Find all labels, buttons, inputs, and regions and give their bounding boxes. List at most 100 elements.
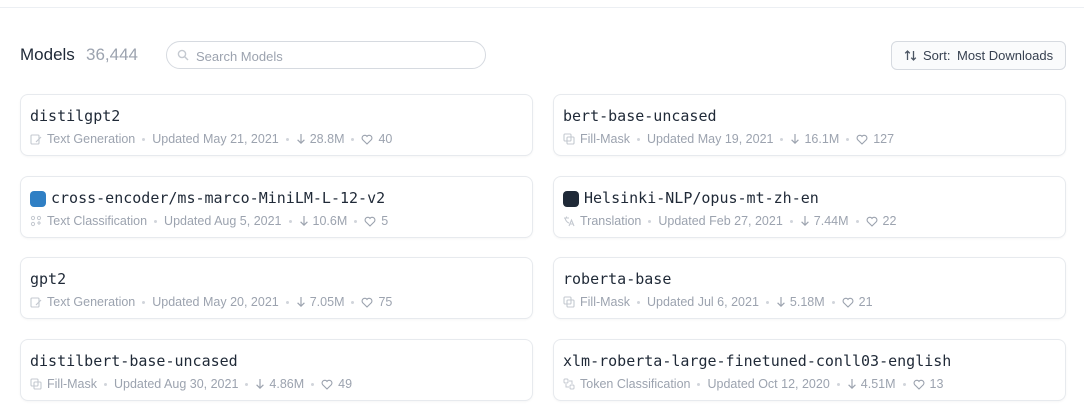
likes-count: 21 (858, 295, 873, 309)
fill-mask-icon (563, 133, 575, 145)
download-icon (777, 297, 785, 308)
download-icon (791, 134, 800, 145)
heart-icon (362, 134, 373, 145)
model-meta: Fill-Mask Updated Jul 6, 2021 5.18M 21 (563, 294, 873, 310)
translation-icon (564, 216, 575, 227)
heart-icon (913, 379, 924, 390)
separator-dot (846, 137, 850, 141)
model-name[interactable]: xlm-roberta-large-finetuned-conll03-engl… (563, 352, 951, 370)
task-label[interactable]: Text Classification (47, 214, 147, 228)
model-card[interactable]: distilbert-base-uncased Fill-Mask Updated … (20, 339, 533, 401)
page-title: Models (20, 45, 75, 64)
task-label[interactable]: Text Generation (47, 295, 135, 309)
download-icon (299, 216, 308, 227)
downloads-count: 10.6M (312, 214, 348, 228)
separator-dot (311, 382, 315, 386)
sort-button[interactable]: Sort: Most Downloads (891, 41, 1066, 70)
separator-dot (902, 382, 906, 386)
separator-dot (154, 219, 158, 223)
search-input[interactable] (194, 45, 478, 67)
separator-dot (142, 300, 146, 304)
separator-dot (780, 137, 784, 141)
downloads-count: 4.51M (860, 377, 896, 391)
separator-dot (648, 219, 652, 223)
download-icon (256, 379, 265, 390)
org-avatar-blue (30, 191, 46, 207)
search-icon (177, 49, 189, 61)
model-name[interactable]: distilbert-base-uncased (30, 352, 238, 370)
model-card[interactable]: bert-base-uncased Fill-Mask Updated May 19… (553, 94, 1066, 156)
separator-dot (245, 382, 249, 386)
org-avatar-dark (563, 191, 579, 207)
updated-date: Updated May 21, 2021 (152, 132, 279, 146)
task-label[interactable]: Fill-Mask (580, 295, 630, 309)
downloads-count: 4.86M (269, 377, 305, 391)
task-label[interactable]: Text Generation (47, 132, 135, 146)
model-name[interactable]: Helsinki-NLP/opus-mt-zh-en (584, 189, 819, 207)
task-label[interactable]: Fill-Mask (47, 377, 97, 391)
model-name[interactable]: cross-encoder/ms-marco-MiniLM-L-12-v2 (51, 189, 385, 207)
model-meta: Text Generation Updated May 21, 2021 28.8M… (30, 131, 392, 147)
separator-dot (789, 219, 793, 223)
model-name[interactable]: roberta-base (563, 270, 671, 288)
separator-dot (351, 137, 355, 141)
heart-icon (856, 134, 868, 145)
separator-dot (836, 382, 840, 386)
likes-count: 5 (381, 214, 389, 228)
download-icon (296, 134, 305, 145)
separator-dot (855, 219, 859, 223)
model-name[interactable]: gpt2 (30, 270, 66, 288)
model-meta: Text Generation Updated May 20, 2021 7.05M… (30, 294, 392, 310)
updated-date: Updated Jul 6, 2021 (647, 295, 759, 309)
models-header: Models 36,444 Sort: Most Downloads (20, 40, 1066, 70)
token-classification-icon (563, 378, 575, 390)
model-name[interactable]: bert-base-uncased (563, 107, 717, 125)
model-card[interactable]: distilgpt2 Text Generation Updated May 21,… (20, 94, 533, 156)
updated-date: Updated May 20, 2021 (152, 295, 279, 309)
model-card[interactable]: xlm-roberta-large-finetuned-conll03-engl… (553, 339, 1066, 401)
separator-dot (104, 382, 107, 386)
download-icon (847, 379, 856, 390)
downloads-count: 16.1M (804, 132, 840, 146)
downloads-count: 7.05M (309, 295, 345, 309)
model-card[interactable]: cross-encoder/ms-marco-MiniLM-L-12-v2 Tex… (20, 176, 533, 238)
search-box[interactable] (166, 41, 486, 69)
likes-count: 127 (873, 132, 895, 146)
separator-dot (354, 219, 358, 223)
likes-count: 40 (378, 132, 393, 146)
fill-mask-icon (563, 296, 575, 308)
downloads-count: 7.44M (813, 214, 849, 228)
updated-date: Updated Feb 27, 2021 (658, 214, 783, 228)
separator-dot (637, 300, 640, 304)
separator-dot (142, 137, 146, 141)
model-meta: Fill-Mask Updated May 19, 2021 16.1M 127 (563, 131, 894, 147)
separator-dot (285, 300, 289, 304)
task-label[interactable]: Token Classification (580, 377, 690, 391)
model-card[interactable]: roberta-base Fill-Mask Updated Jul 6, 2021… (553, 257, 1066, 319)
updated-date: Updated Aug 30, 2021 (114, 377, 239, 391)
download-icon (296, 297, 305, 308)
text-generation-icon (30, 134, 42, 145)
downloads-count: 5.18M (789, 295, 825, 309)
task-label[interactable]: Translation (580, 214, 641, 228)
model-card[interactable]: gpt2 Text Generation Updated May 20, 2021 7… (20, 257, 533, 319)
text-generation-icon (30, 297, 42, 308)
models-count: 36,444 (86, 45, 138, 64)
separator-dot (697, 382, 701, 386)
model-meta: Token Classification Updated Oct 12, 2020… (563, 376, 943, 392)
downloads-count: 28.8M (309, 132, 345, 146)
updated-date: Updated Oct 12, 2020 (707, 377, 830, 391)
task-label[interactable]: Fill-Mask (580, 132, 630, 146)
heart-icon (866, 216, 877, 227)
sort-label: Sort: (923, 48, 951, 63)
sort-arrows-icon (904, 50, 917, 61)
separator-dot (637, 137, 640, 141)
model-card[interactable]: Helsinki-NLP/opus-mt-zh-en Translation Upd… (553, 176, 1066, 238)
sort-value: Most Downloads (957, 48, 1054, 63)
separator-dot (765, 300, 769, 304)
updated-date: Updated May 19, 2021 (647, 132, 774, 146)
updated-date: Updated Aug 5, 2021 (164, 214, 282, 228)
model-name[interactable]: distilgpt2 (30, 107, 120, 125)
heart-icon (364, 216, 376, 227)
separator-dot (288, 219, 292, 223)
